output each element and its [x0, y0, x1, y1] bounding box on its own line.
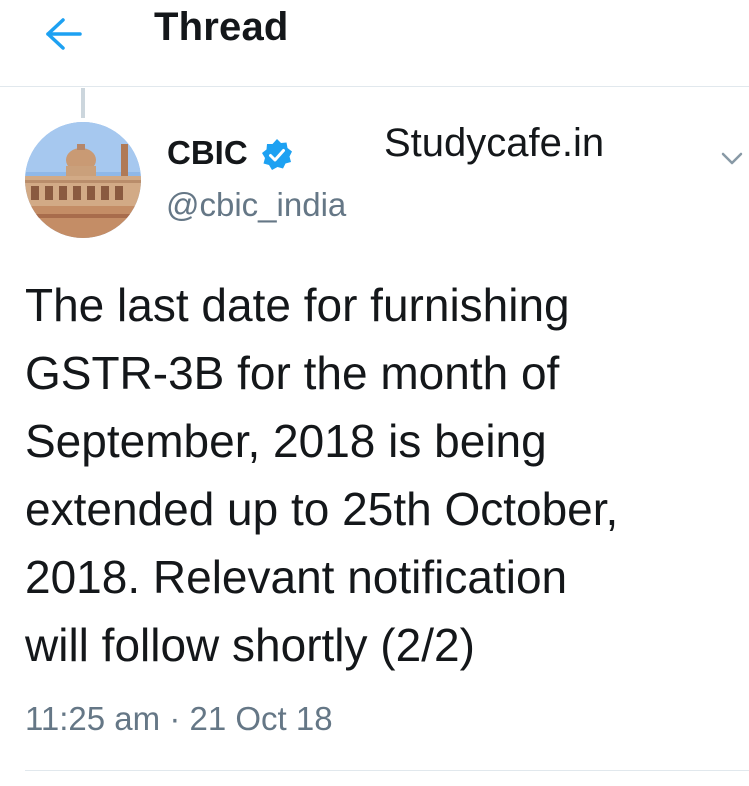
app-header: Thread [0, 0, 749, 87]
tweet-body-text: The last date for furnishing GSTR-3B for… [25, 279, 619, 671]
author-name[interactable]: CBIC [167, 134, 248, 172]
page-title: Thread [154, 5, 289, 49]
divider [25, 770, 749, 771]
chevron-down-icon [721, 152, 743, 165]
tweet-timestamp: 11:25 am · 21 Oct 18 [25, 700, 333, 738]
author-handle[interactable]: @cbic_india [166, 186, 346, 224]
watermark-text: Studycafe.in [384, 121, 605, 165]
building-avatar-image [25, 122, 141, 238]
verified-badge-icon [262, 139, 292, 170]
tweet-options-button[interactable] [712, 138, 749, 178]
back-button[interactable] [40, 10, 88, 58]
avatar[interactable] [25, 122, 141, 238]
thread-connector-line [81, 88, 85, 118]
arrow-left-icon [46, 18, 82, 50]
tweet-time: 11:25 am [25, 700, 161, 737]
meta-separator: · [160, 700, 190, 737]
tweet-date: 21 Oct 18 [189, 700, 333, 737]
